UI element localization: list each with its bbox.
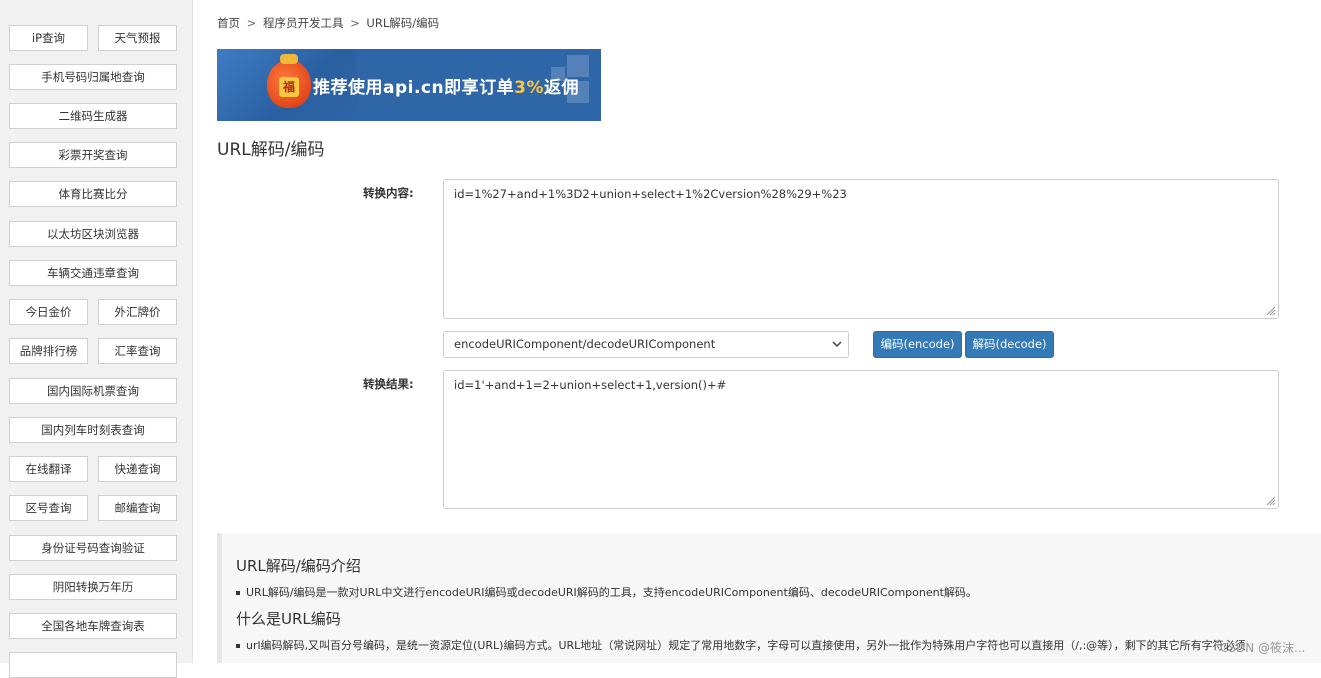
breadcrumb-current: URL解码/编码 <box>366 16 440 30</box>
breadcrumb: 首页 > 程序员开发工具 > URL解码/编码 <box>217 15 439 31</box>
sidebar-item-area-code[interactable]: 区号查询 <box>9 495 88 521</box>
input-text: id=1%27+and+1%3D2+union+select+1%2Cversi… <box>454 187 847 201</box>
intro-heading: URL解码/编码介绍 <box>236 557 361 575</box>
sidebar-item-id-card[interactable]: 身份证号码查询验证 <box>9 535 177 561</box>
sidebar: iP查询 天气预报 手机号码归属地查询 二维码生成器 彩票开奖查询 体育比赛比分… <box>0 0 193 678</box>
breadcrumb-separator: > <box>350 16 360 30</box>
fu-character: 福 <box>279 77 299 97</box>
sidebar-item-train-timetable[interactable]: 国内列车时刻表查询 <box>9 417 177 443</box>
sidebar-item-traffic-violation[interactable]: 车辆交通违章查询 <box>9 260 177 286</box>
banner-text-highlight: 3% <box>514 78 544 98</box>
url-encoding-paragraph-text: url编码解码,又叫百分号编码，是统一资源定位(URL)编码方式。URL地址（常… <box>246 639 1246 652</box>
bullet-icon <box>236 591 240 595</box>
intro-paragraph-text: URL解码/编码是一款对URL中文进行encodeURI编码或decodeURI… <box>246 586 977 599</box>
sidebar-item-translate[interactable]: 在线翻译 <box>9 456 88 482</box>
resize-grip-icon[interactable] <box>1266 496 1276 506</box>
banner-text-end: 返佣 <box>543 78 579 98</box>
lucky-bag-knot <box>280 54 298 64</box>
sidebar-item-gold-price[interactable]: 今日金价 <box>9 299 88 325</box>
url-encoding-paragraph: url编码解码,又叫百分号编码，是统一资源定位(URL)编码方式。URL地址（常… <box>236 637 1246 653</box>
result-textarea[interactable]: id=1'+and+1=2+union+select+1,version()+# <box>443 370 1279 509</box>
sidebar-item-qrcode[interactable]: 二维码生成器 <box>9 103 177 129</box>
page-title: URL解码/编码 <box>217 140 325 160</box>
sidebar-item-phone-location[interactable]: 手机号码归属地查询 <box>9 64 177 90</box>
bullet-icon <box>236 644 240 648</box>
breadcrumb-separator: > <box>246 16 257 30</box>
breadcrumb-tools[interactable]: 程序员开发工具 <box>263 16 344 30</box>
intro-section: URL解码/编码介绍 URL解码/编码是一款对URL中文进行encodeURI编… <box>217 533 1321 663</box>
result-label: 转换结果: <box>363 377 414 391</box>
chevron-down-icon <box>832 341 842 348</box>
what-is-url-encoding-heading: 什么是URL编码 <box>236 610 341 628</box>
sidebar-item-exchange-rate[interactable]: 汇率查询 <box>98 338 177 364</box>
sidebar-item-calendar[interactable]: 阴阳转换万年历 <box>9 574 177 600</box>
sidebar-item-lottery[interactable]: 彩票开奖查询 <box>9 142 177 168</box>
sidebar-item-postcode[interactable]: 邮编查询 <box>98 495 177 521</box>
banner-text: 推荐使用api.cn即享订单3%返佣 <box>313 73 579 98</box>
banner-text-main: 推荐使用api.cn即享订单 <box>313 78 515 98</box>
sidebar-item-flights[interactable]: 国内国际机票查询 <box>9 378 177 404</box>
breadcrumb-home[interactable]: 首页 <box>217 16 240 30</box>
select-value: encodeURIComponent/decodeURIComponent <box>454 337 716 351</box>
resize-grip-icon[interactable] <box>1266 306 1276 316</box>
encoding-method-select[interactable]: encodeURIComponent/decodeURIComponent <box>443 331 849 358</box>
intro-paragraph: URL解码/编码是一款对URL中文进行encodeURI编码或decodeURI… <box>236 584 977 600</box>
result-text: id=1'+and+1=2+union+select+1,version()+# <box>454 378 727 392</box>
sidebar-item-partial[interactable] <box>9 652 177 678</box>
lucky-bag-icon: 福 <box>267 54 311 108</box>
decode-button[interactable]: 解码(decode) <box>965 331 1054 358</box>
input-label: 转换内容: <box>363 186 414 200</box>
input-textarea[interactable]: id=1%27+and+1%3D2+union+select+1%2Cversi… <box>443 179 1279 319</box>
sidebar-item-forex[interactable]: 外汇牌价 <box>98 299 177 325</box>
sidebar-item-brand-ranking[interactable]: 品牌排行榜 <box>9 338 88 364</box>
promo-banner[interactable]: 福 推荐使用api.cn即享订单3%返佣 <box>217 49 601 121</box>
sidebar-item-license-plate[interactable]: 全国各地车牌查询表 <box>9 613 177 639</box>
sidebar-item-weather[interactable]: 天气预报 <box>98 25 177 51</box>
encode-button[interactable]: 编码(encode) <box>873 331 962 358</box>
sidebar-item-sports-score[interactable]: 体育比赛比分 <box>9 181 177 207</box>
sidebar-item-express[interactable]: 快递查询 <box>98 456 177 482</box>
sidebar-item-ip-query[interactable]: iP查询 <box>9 25 88 51</box>
watermark: CSDN @筱沫... <box>1220 641 1306 655</box>
sidebar-item-ethereum[interactable]: 以太坊区块浏览器 <box>9 221 177 247</box>
